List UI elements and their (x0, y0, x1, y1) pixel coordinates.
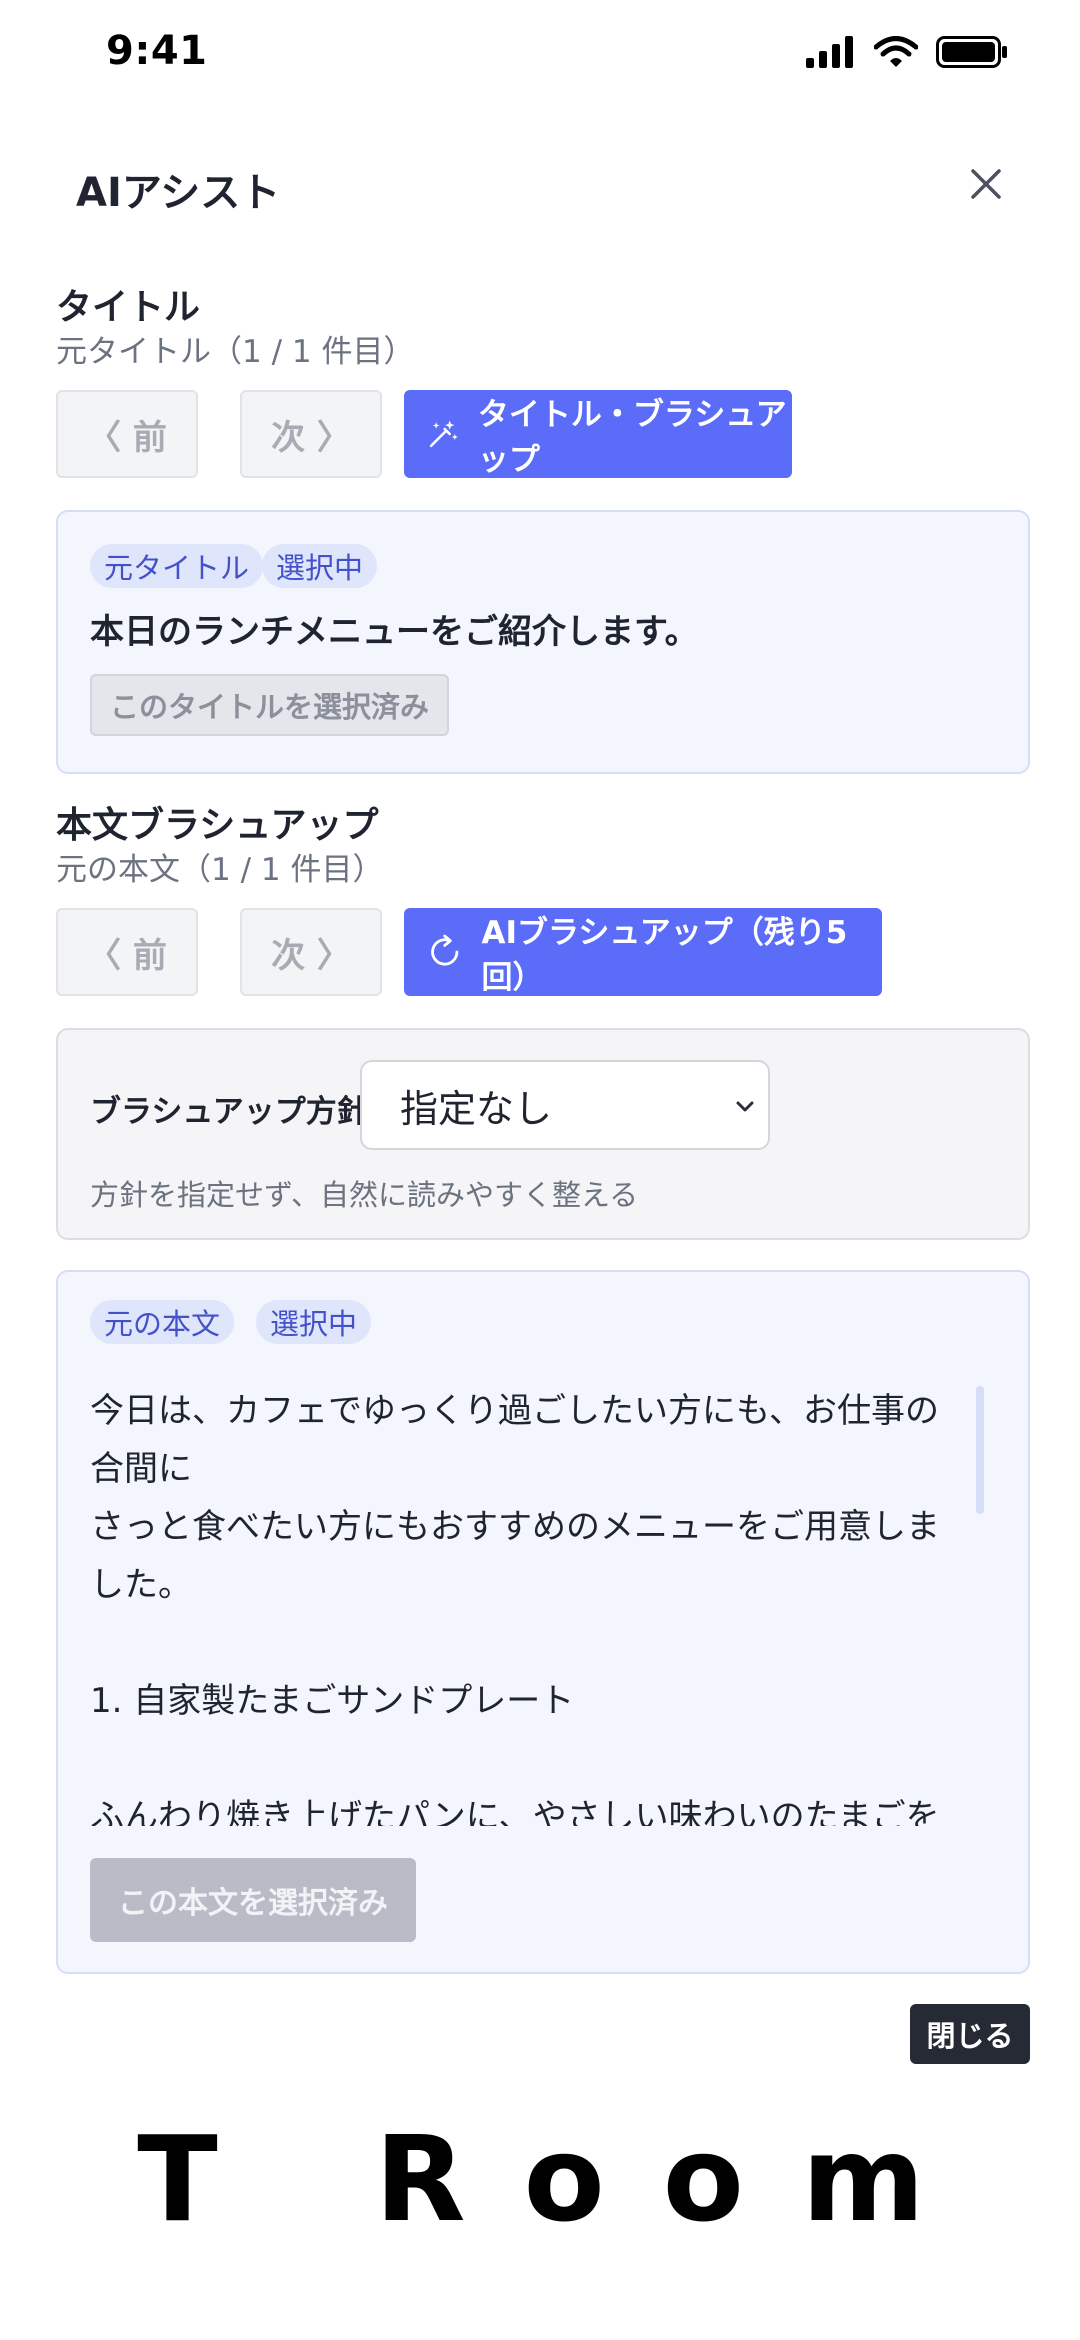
status-time: 9:41 (106, 28, 208, 74)
original-body-text[interactable]: 今日は、カフェでゆっくり過ごしたい方にも、お仕事の合間に さっと食べたい方にもお… (90, 1382, 970, 1826)
policy-label: ブラシュアップ方針 (90, 1094, 368, 1130)
status-bar: 9:41 (0, 0, 1080, 110)
status-icons (806, 36, 1008, 68)
title-section-subheading: 元タイトル（1 / 1 件目） (56, 334, 415, 370)
page-title: AIアシスト (76, 170, 281, 216)
title-selected-button[interactable]: このタイトルを選択済み (90, 674, 450, 736)
close-dialog-button[interactable]: 閉じる (910, 2004, 1030, 2064)
brushup-policy-card: ブラシュアップ方針 指定なし 方針を指定せず、自然に読みやすく整える (56, 1028, 1030, 1240)
policy-select[interactable]: 指定なし (360, 1060, 770, 1150)
close-icon (971, 169, 1001, 199)
body-scrollbar[interactable] (976, 1386, 984, 1514)
title-brushup-button[interactable]: タイトル・ブラシュアップ (404, 390, 792, 478)
policy-select-value: 指定なし (400, 1086, 553, 1131)
body-prev-button[interactable]: 〈 前 (56, 908, 198, 996)
policy-description: 方針を指定せず、自然に読みやすく整える (90, 1178, 639, 1212)
body-selected-button[interactable]: この本文を選択済み (90, 1858, 416, 1942)
battery-icon (936, 36, 1007, 68)
title-section-heading: タイトル (56, 287, 201, 328)
body-section-heading: 本文ブラシュアップ (56, 805, 379, 846)
original-title-text: 本日のランチメニューをご紹介します。 (90, 612, 699, 652)
body-brushup-button[interactable]: AIブラシュアップ（残り5回） (404, 908, 882, 996)
magic-wand-icon (429, 420, 458, 448)
title-next-button[interactable]: 次 〉 (240, 390, 382, 478)
original-body-card[interactable]: 元の本文 選択中 今日は、カフェでゆっくり過ごしたい方にも、お仕事の合間に さっ… (56, 1270, 1030, 1974)
chevron-down-icon (736, 1101, 754, 1112)
selected-chip: 選択中 (256, 1300, 372, 1344)
original-body-chip: 元の本文 (90, 1300, 235, 1344)
cellular-signal-icon (806, 36, 853, 68)
refresh-icon (431, 934, 459, 966)
original-title-chip: 元タイトル (90, 544, 264, 588)
title-prev-button[interactable]: 〈 前 (56, 390, 198, 478)
body-brushup-label: AIブラシュアップ（残り5回） (481, 915, 848, 996)
body-section-subheading: 元の本文（1 / 1 件目） (56, 852, 384, 888)
selected-chip: 選択中 (262, 544, 378, 588)
app-logo: T Room (137, 2110, 983, 2248)
close-button[interactable] (962, 160, 1010, 208)
original-title-card[interactable]: 元タイトル 選択中 本日のランチメニューをご紹介します。 このタイトルを選択済み (56, 510, 1030, 774)
title-brushup-label: タイトル・ブラシュアップ (477, 397, 787, 478)
wifi-icon (874, 36, 918, 67)
body-next-button[interactable]: 次 〉 (240, 908, 382, 996)
